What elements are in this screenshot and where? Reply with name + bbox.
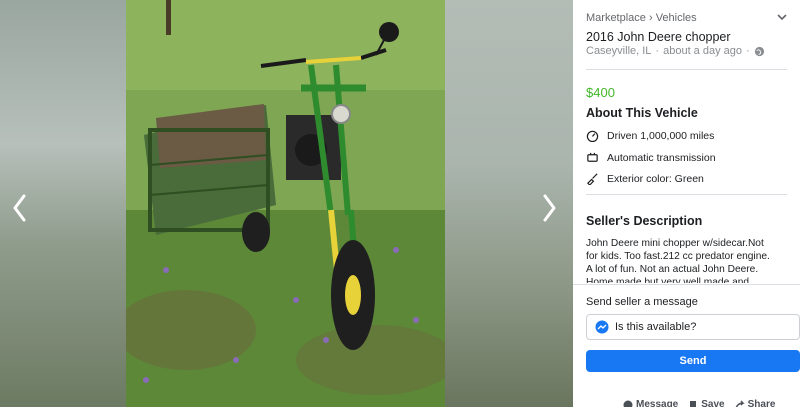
listing-meta: Caseyville, IL · about a day ago · xyxy=(586,45,765,57)
listing-photo xyxy=(126,0,445,407)
message-input[interactable]: Is this available? xyxy=(586,314,800,340)
messenger-icon xyxy=(595,320,609,334)
message-action-label: Message xyxy=(636,399,679,407)
paint-brush-icon xyxy=(587,173,598,185)
globe-icon xyxy=(754,46,764,56)
previous-photo-button[interactable] xyxy=(8,190,32,226)
chevron-right-icon xyxy=(543,194,556,222)
divider xyxy=(586,194,787,195)
attribute-transmission: Automatic transmission xyxy=(586,151,716,164)
attribute-label: Driven 1,000,000 miles xyxy=(607,129,715,142)
share-icon xyxy=(735,400,745,407)
message-action-button[interactable]: Message xyxy=(623,399,678,407)
transmission-icon xyxy=(587,152,598,162)
listing-actions: Message Save Share xyxy=(623,399,775,407)
chevron-down-icon[interactable] xyxy=(776,12,788,22)
send-button[interactable]: Send xyxy=(586,350,800,372)
next-photo-button[interactable] xyxy=(537,190,561,226)
bookmark-icon xyxy=(690,400,697,407)
message-label: Send seller a message xyxy=(586,296,698,308)
attribute-color: Exterior color: Green xyxy=(586,172,704,185)
attribute-label: Exterior color: Green xyxy=(607,172,704,185)
breadcrumb[interactable]: Marketplace › Vehicles xyxy=(586,12,697,24)
save-button[interactable]: Save xyxy=(688,399,725,407)
listing-price: $400 xyxy=(586,85,615,100)
listing-location[interactable]: Caseyville, IL xyxy=(586,45,651,57)
chevron-left-icon xyxy=(13,194,26,222)
seller-description: John Deere mini chopper w/sidecar.Not fo… xyxy=(586,238,770,283)
share-label: Share xyxy=(747,399,776,407)
meta-separator: · xyxy=(655,45,660,57)
message-input-value: Is this available? xyxy=(615,321,697,333)
attribute-label: Automatic transmission xyxy=(607,151,716,164)
listing-time: about a day ago xyxy=(663,45,742,57)
message-icon xyxy=(623,400,633,407)
share-button[interactable]: Share xyxy=(735,399,776,407)
divider xyxy=(586,69,787,70)
save-label: Save xyxy=(701,399,725,407)
listing-title: 2016 John Deere chopper xyxy=(586,30,731,44)
attribute-mileage: Driven 1,000,000 miles xyxy=(586,129,714,142)
photo-viewer xyxy=(0,0,573,407)
description-heading: Seller's Description xyxy=(586,214,703,228)
message-seller-box: Send seller a message Is this available?… xyxy=(573,284,800,407)
about-heading: About This Vehicle xyxy=(586,106,698,120)
speedometer-icon xyxy=(586,130,599,142)
listing-details-panel: Marketplace › Vehicles 2016 John Deere c… xyxy=(573,0,800,407)
meta-separator: · xyxy=(746,45,750,57)
